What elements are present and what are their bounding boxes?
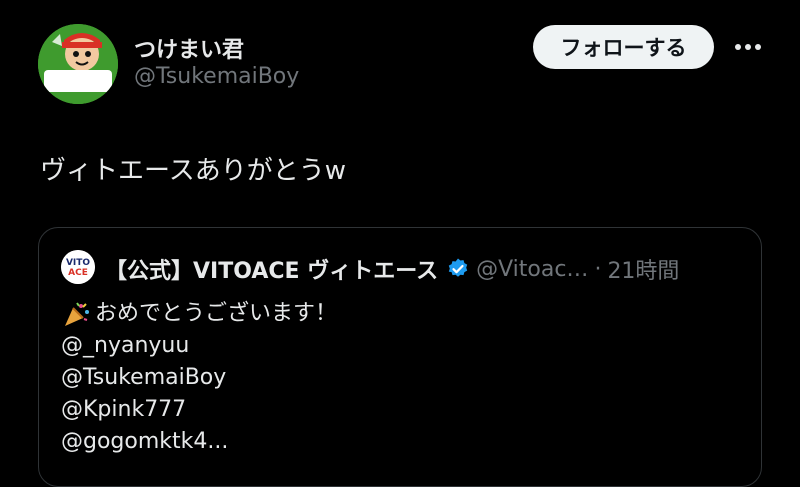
vitoace-logo: VITO ACE [61,250,95,284]
party-popper-icon [61,300,91,328]
author-avatar[interactable] [38,24,118,104]
quoted-tweet-card[interactable]: VITO ACE 【公式】VITOACE ヴィトエース @Vitoac… · 2… [38,227,762,487]
mention-link[interactable]: @gogomktk4... [61,426,337,458]
quoted-text: おめでとうございます！ [95,301,338,326]
author-handle[interactable]: @TsukemaiBoy [134,64,299,89]
more-dots-icon [735,44,761,50]
quoted-line: おめでとうございます！ [61,298,337,330]
svg-text:ACE: ACE [68,268,88,278]
more-icon[interactable] [728,30,768,64]
author-display-name[interactable]: つけまい君 [134,32,244,64]
quoted-header: 【公式】VITOACE ヴィトエース @Vitoac… · 21時間 [105,253,679,285]
avatar-illustration [38,24,118,104]
follow-button[interactable]: フォローする [533,25,714,69]
quoted-handle[interactable]: @Vitoac… [476,257,588,282]
mention-link[interactable]: @TsukemaiBoy [61,362,337,394]
quoted-display-name[interactable]: 【公式】VITOACE ヴィトエース [105,253,438,285]
quoted-author-avatar[interactable]: VITO ACE [61,250,95,284]
verified-badge-icon [446,257,470,281]
quoted-body: おめでとうございます！ @_nyanyuu @TsukemaiBoy @Kpin… [61,298,337,458]
svg-text:VITO: VITO [66,258,90,268]
tweet-text: ヴィトエースありがとうw [40,156,346,186]
quoted-timestamp[interactable]: 21時間 [607,253,679,285]
mention-link[interactable]: @Kpink777 [61,394,337,426]
separator-dot: · [594,256,602,282]
mention-link[interactable]: @_nyanyuu [61,330,337,362]
